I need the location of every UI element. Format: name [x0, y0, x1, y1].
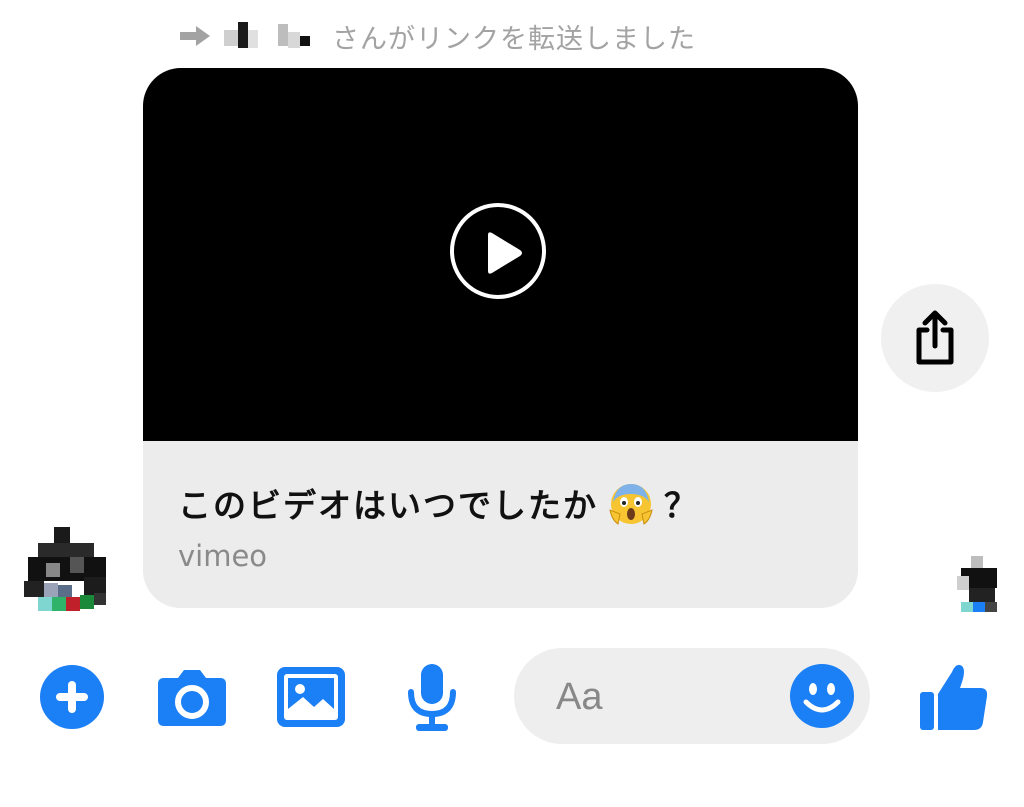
link-domain: vimeo — [178, 539, 268, 573]
forward-notice-text: さんがリンクを転送しました — [332, 23, 696, 55]
play-button[interactable] — [450, 203, 546, 299]
redacted-sender-name — [222, 18, 322, 54]
video-thumbnail[interactable] — [143, 68, 858, 441]
sender-avatar[interactable] — [24, 527, 110, 613]
forward-notice: さんがリンクを転送しました — [178, 18, 696, 55]
forward-arrow-icon — [180, 26, 210, 46]
plus-circle-icon[interactable] — [40, 665, 104, 729]
share-icon — [916, 310, 954, 365]
link-preview-body[interactable]: このビデオはいつでしたか ？ vimeo — [143, 441, 858, 608]
link-preview-card[interactable]: このビデオはいつでしたか ？ vimeo — [143, 68, 858, 608]
thumbs-up-icon[interactable] — [918, 660, 990, 732]
message-composer[interactable] — [514, 648, 870, 744]
face-screaming-in-fear-icon — [609, 484, 653, 525]
message-input[interactable] — [554, 670, 778, 724]
microphone-icon[interactable] — [406, 664, 458, 732]
pixelated-name-image — [224, 22, 310, 48]
play-icon — [488, 232, 522, 274]
smiley-icon — [803, 683, 841, 713]
link-title-suffix: ？ — [664, 486, 699, 525]
link-title-text: このビデオはいつでしたか — [178, 486, 598, 525]
share-button[interactable] — [881, 284, 989, 392]
link-title: このビデオはいつでしたか ？ — [178, 479, 699, 527]
camera-icon[interactable] — [156, 666, 228, 728]
read-receipt-avatar — [957, 556, 997, 612]
image-icon[interactable] — [277, 667, 345, 727]
emoji-button[interactable] — [790, 664, 854, 728]
